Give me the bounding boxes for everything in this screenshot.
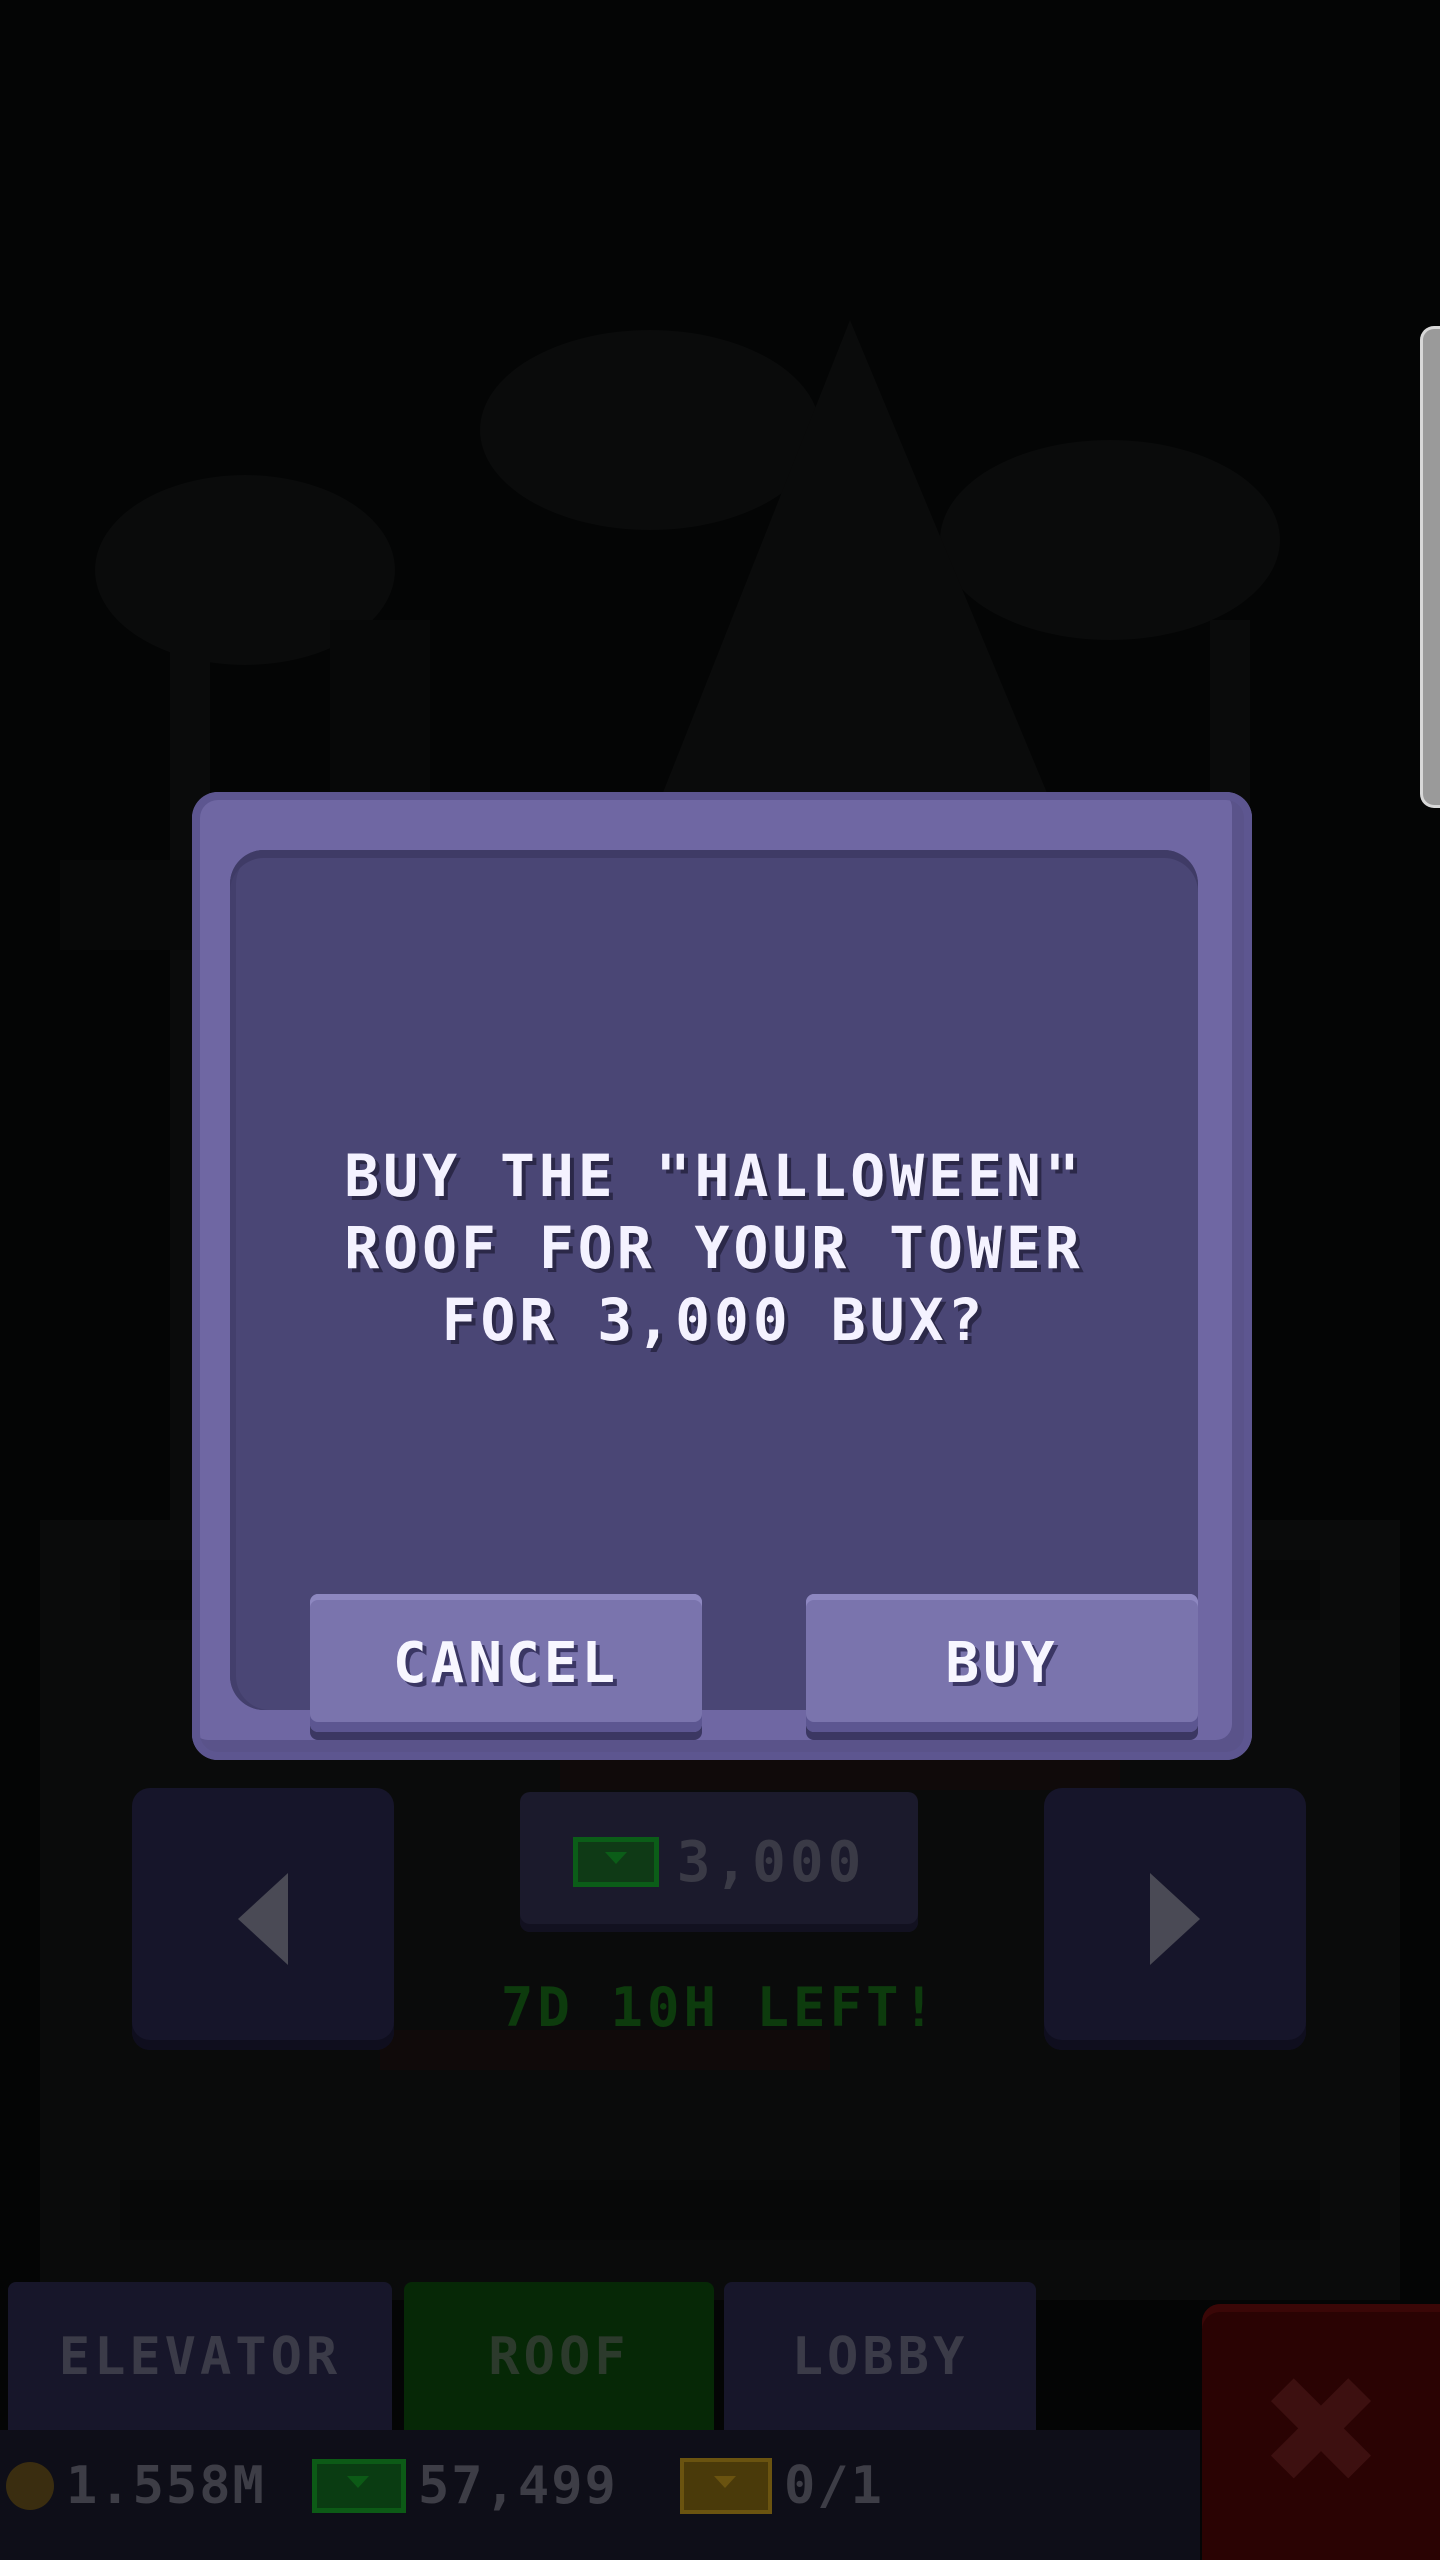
bux-stat: 57,499: [312, 2456, 618, 2516]
price-tag[interactable]: 3,000: [520, 1792, 918, 1932]
cancel-button[interactable]: CANCEL: [310, 1594, 702, 1732]
tab-roof[interactable]: ROOF: [404, 2282, 714, 2432]
close-button[interactable]: ✖: [1202, 2304, 1440, 2560]
bux-icon: [312, 2459, 406, 2513]
chevron-right-icon: [1150, 1873, 1200, 1965]
game-screen: BUY THE "HALLOWEEN" ROOF FOR YOUR TOWER …: [0, 0, 1440, 2560]
tickets-stat: 0/1: [680, 2456, 884, 2516]
tickets-value: 0/1: [784, 2456, 884, 2516]
dialog-message: BUY THE "HALLOWEEN" ROOF FOR YOUR TOWER …: [344, 1142, 1084, 1354]
dialog-body: BUY THE "HALLOWEEN" ROOF FOR YOUR TOWER …: [230, 850, 1198, 1732]
buy-button[interactable]: BUY: [806, 1594, 1198, 1732]
price-value: 3,000: [676, 1829, 866, 1895]
edge-panel-handle[interactable]: [1420, 326, 1440, 808]
time-left-label: 7D 10H LEFT!: [500, 1976, 940, 2039]
ticket-icon: [680, 2458, 772, 2514]
coin-icon: [6, 2462, 54, 2510]
close-icon: ✖: [1258, 2345, 1384, 2519]
bux-icon: [572, 1837, 659, 1887]
chevron-left-icon: [238, 1873, 288, 1965]
tab-lobby[interactable]: LOBBY: [724, 2282, 1036, 2432]
purchase-dialog: BUY THE "HALLOWEEN" ROOF FOR YOUR TOWER …: [192, 792, 1252, 1760]
bux-value: 57,499: [418, 2456, 618, 2516]
tab-elevator[interactable]: ELEVATOR: [8, 2282, 392, 2432]
coins-value: 1.558M: [66, 2456, 266, 2516]
coins-stat: 1.558M: [6, 2456, 266, 2516]
